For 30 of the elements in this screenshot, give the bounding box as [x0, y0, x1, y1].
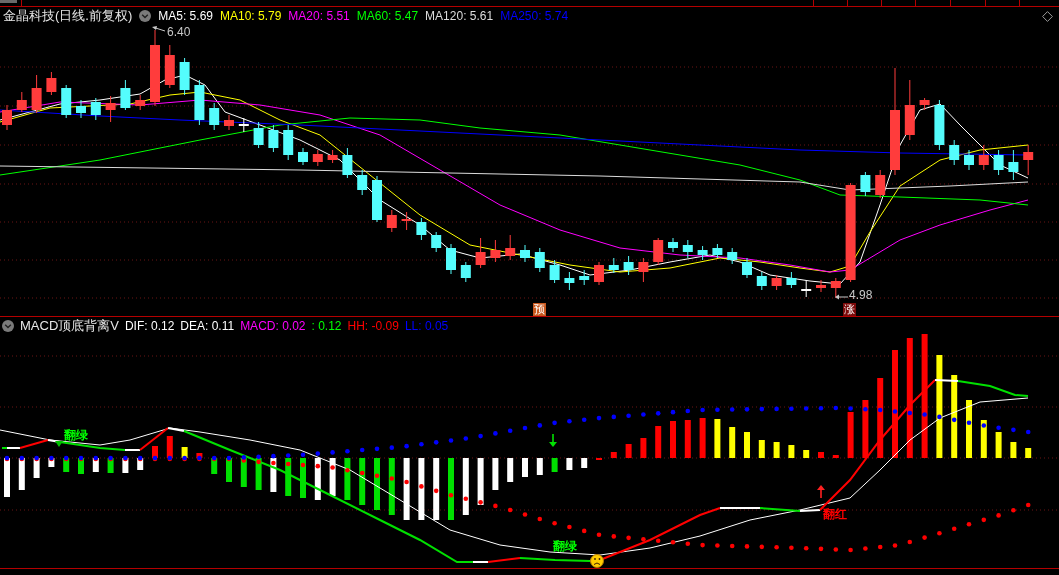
leader-arrow: [152, 26, 166, 32]
signal-label: 翻绿: [553, 540, 577, 553]
indicator-value: HH: -0.09: [347, 318, 399, 333]
price-label: 4.98: [849, 289, 873, 302]
price-label: 6.40: [167, 26, 191, 39]
indicator-value: MA60: 5.47: [356, 9, 419, 23]
chart-title: 金晶科技(日线.前复权): [3, 7, 133, 25]
up-arrow-icon: [817, 485, 825, 499]
signal-label: 翻绿: [64, 429, 88, 442]
indicator-value: MACD: 0.02: [240, 318, 306, 333]
indicator-value: MA10: 5.79: [220, 9, 282, 23]
indicator-title: MACD顶底背离V: [20, 316, 119, 335]
indicator-value: MA5: 5.69: [158, 9, 213, 23]
indicator-value: MA20: 5.51: [288, 9, 350, 23]
indicator-value: DEA: 0.11: [180, 318, 235, 333]
signal-label: 翻红: [823, 508, 847, 521]
indicator-value: MA120: 5.61: [425, 9, 494, 23]
diamond-icon[interactable]: [1042, 10, 1053, 22]
indicator-value: MA250: 5.74: [500, 9, 569, 23]
down-arrow-icon: [549, 433, 557, 447]
indicator-value: LL: 0.05: [404, 318, 449, 333]
indicator-value: : 0.12: [311, 318, 342, 333]
down-triangle-icon: [55, 441, 63, 447]
dropdown-icon[interactable]: [139, 10, 152, 22]
signal-badge: 涨: [843, 303, 856, 316]
signal-badge: 预: [533, 303, 546, 316]
indicator-value: DIF: 0.12: [124, 318, 175, 333]
dropdown-icon[interactable]: [2, 319, 14, 332]
leader-arrow: [835, 294, 849, 300]
frown-face-icon: [590, 554, 604, 568]
